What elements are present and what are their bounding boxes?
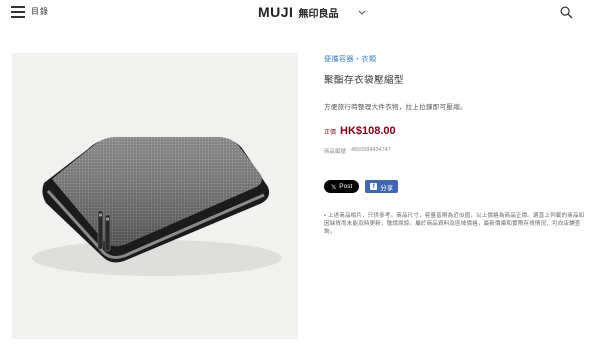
product-image [12, 53, 298, 339]
product-title: 聚酯存衣袋壓縮型 [324, 75, 405, 86]
logo-text-en: MUJI [258, 4, 294, 20]
logo-text-jp: 無印良品 [298, 8, 339, 20]
menu-label: 目錄 [31, 7, 49, 16]
site-header: 目錄 MUJI 無印良品 [0, 0, 600, 28]
logo[interactable]: MUJI 無印良品 [258, 4, 367, 20]
price: HK$108.00 [340, 125, 396, 137]
chevron-down-icon[interactable] [357, 7, 367, 17]
product-code-value: 4550584434747 [351, 147, 391, 153]
compression-pouch-illustration [32, 137, 282, 276]
search-icon[interactable] [560, 6, 573, 19]
facebook-share-button[interactable]: f 分享 [365, 180, 399, 193]
product-description: 方便旅行時整理大件衣物，拉上拉鍊即可壓縮。 [324, 104, 467, 111]
x-icon: 𝕏 [331, 183, 337, 191]
product-code-label: 商品編號 [324, 149, 347, 155]
post-label: Post [339, 183, 353, 190]
share-buttons: 𝕏 Post f 分享 [324, 180, 588, 193]
product-info: 便攜容器・衣類 聚酯存衣袋壓縮型 方便旅行時整理大件衣物，拉上拉鍊即可壓縮。 正… [324, 54, 588, 236]
x-post-button[interactable]: 𝕏 Post [324, 180, 360, 193]
breadcrumb: 便攜容器・衣類 [324, 54, 588, 64]
facebook-icon: f [370, 183, 378, 190]
facebook-label: 分享 [380, 184, 394, 192]
price-tag: 正價 [324, 130, 337, 136]
menu-button[interactable]: 目錄 [11, 6, 49, 18]
product-code: 商品編號 4550584434747 [324, 147, 588, 155]
disclaimer-note: • 上述商品相片，只供參考。商品尺寸，容量皆剛為近似值，以上價格為商品正價。適直… [324, 213, 585, 235]
menu-icon [11, 6, 25, 18]
breadcrumb-link[interactable]: 便攜容器・衣類 [324, 56, 377, 63]
price-row: 正價 HK$108.00 [324, 125, 588, 137]
